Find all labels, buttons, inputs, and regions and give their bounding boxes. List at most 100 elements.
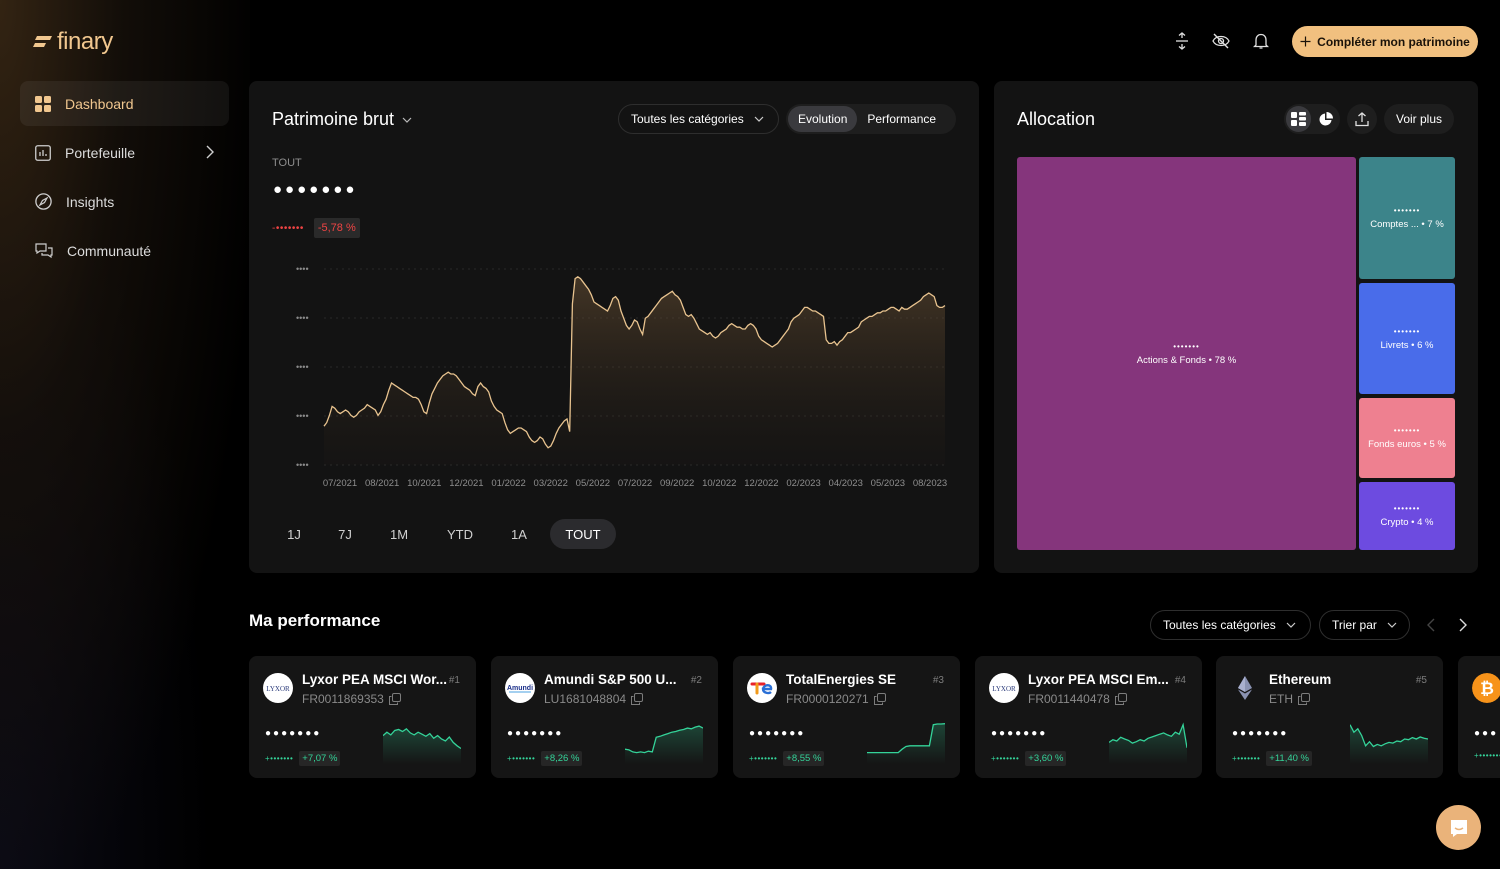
tile-value-masked: •••••••	[1393, 426, 1421, 435]
finary-logo[interactable]: finary	[33, 28, 113, 56]
asset-change-badge: +8,55 %	[783, 751, 825, 766]
performance-card[interactable]: TotalEnergies SE #3 FR0000120271 ●●●●●●●…	[733, 656, 960, 778]
range-ytd[interactable]: YTD	[424, 519, 496, 549]
copy-icon[interactable]	[388, 693, 401, 705]
asset-change-row: +••••••• +3,60 %	[991, 751, 1067, 766]
category-filter-dropdown[interactable]: Toutes les catégories	[618, 104, 779, 134]
support-chat-button[interactable]	[1436, 805, 1481, 850]
svg-text:Amundi: Amundi	[507, 685, 533, 692]
range-1m[interactable]: 1M	[374, 519, 424, 549]
tile-name: Actions & Fonds	[1136, 354, 1206, 366]
compass-icon	[35, 193, 52, 210]
tile-value-masked: •••••••	[1393, 504, 1421, 513]
tile-label: Livrets • 6 %	[1380, 339, 1434, 351]
y-tick-label: ••••	[296, 313, 309, 323]
copy-icon[interactable]	[1298, 693, 1310, 705]
asset-change-masked: +•••••••	[991, 754, 1020, 763]
x-tick-label: 08/2021	[365, 478, 399, 489]
tab-performance[interactable]: Performance	[857, 106, 946, 132]
carousel-next-button[interactable]	[1453, 615, 1473, 635]
x-tick-label: 03/2022	[534, 478, 568, 489]
asset-code-row: ETH	[1269, 692, 1310, 706]
asset-name: Lyxor PEA MSCI Em...	[1028, 672, 1169, 687]
amundi-logo-icon: Amundi	[507, 685, 533, 693]
performance-card[interactable]: LYXOR Lyxor PEA MSCI Em... #4 FR00114404…	[975, 656, 1202, 778]
patrimoine-card: Patrimoine brut Toutes les catégories Ev…	[249, 81, 979, 573]
asset-value-masked: ●●●●●●●	[991, 728, 1048, 739]
asset-name: Lyxor PEA MSCI Wor...	[302, 672, 448, 687]
range-1a[interactable]: 1A	[496, 519, 542, 549]
tile-value-masked: •••••••	[1393, 326, 1421, 336]
asset-change-row: +•••••••	[1474, 751, 1500, 760]
x-tick-label: 10/2021	[407, 478, 441, 489]
asset-code: FR0011440478	[1028, 692, 1110, 706]
chart-bars-icon	[35, 144, 51, 161]
allocation-tile-fonds-euros[interactable]: ••••••• Fonds euros • 5 %	[1359, 398, 1455, 478]
chevron-down-icon	[754, 116, 764, 122]
period-label: TOUT	[272, 157, 302, 169]
asset-name: Ethereum	[1269, 672, 1332, 687]
asset-change-masked: +•••••••	[265, 754, 294, 763]
pie-chart-icon	[1319, 111, 1333, 125]
sort-dropdown[interactable]: Trier par	[1319, 610, 1410, 640]
pie-view-button[interactable]	[1313, 106, 1338, 132]
asset-rank: #4	[1174, 675, 1186, 686]
chat-bubbles-icon	[35, 242, 53, 258]
copy-icon[interactable]	[631, 693, 644, 705]
copy-icon[interactable]	[1114, 693, 1127, 705]
tile-name: Livrets	[1380, 339, 1409, 351]
allocation-tile-actions-fonds[interactable]: ••••••• Actions & Fonds • 78 %	[1017, 157, 1356, 550]
asset-sparkline	[1109, 722, 1187, 764]
patrimoine-type-dropdown[interactable]: Patrimoine brut	[272, 109, 412, 130]
sidebar-item-label: Communauté	[67, 242, 152, 259]
see-more-button[interactable]: Voir plus	[1384, 104, 1454, 134]
sidebar-item-insights[interactable]: Insights	[20, 179, 229, 224]
performance-card[interactable]: ₿ ●●● +•••••••	[1458, 656, 1500, 778]
category-filter-label: Toutes les catégories	[631, 112, 744, 126]
sparkline-area	[1350, 724, 1428, 764]
sidebar-item-portefeuille[interactable]: Portefeuille	[20, 130, 229, 175]
tile-label: Comptes ... • 7 %	[1370, 219, 1444, 230]
y-tick-label: ••••	[296, 362, 309, 372]
tile-name: Fonds euros	[1368, 439, 1421, 450]
performance-card[interactable]: LYXOR Lyxor PEA MSCI Wor... #1 FR0011869…	[249, 656, 476, 778]
expand-vertical-button[interactable]	[1172, 31, 1192, 51]
range-7j[interactable]: 7J	[316, 519, 374, 549]
svg-text:LYXOR: LYXOR	[266, 685, 290, 693]
tile-name: Comptes ...	[1370, 219, 1419, 230]
sidebar-item-dashboard[interactable]: Dashboard	[20, 81, 229, 126]
range-tout[interactable]: TOUT	[550, 519, 616, 549]
asset-code-row: FR0011440478	[1028, 692, 1127, 706]
asset-rank: #1	[448, 675, 460, 686]
sidebar-nav: Dashboard Portefeuille Insights Communau…	[20, 81, 229, 277]
chat-icon	[1450, 819, 1467, 837]
eye-off-icon	[1212, 33, 1230, 49]
performance-card[interactable]: Ethereum #5 ETH ●●●●●●● +••••••• +11,40 …	[1216, 656, 1443, 778]
copy-icon[interactable]	[873, 693, 886, 705]
patrimoine-title: Patrimoine brut	[272, 109, 395, 129]
treemap-view-button[interactable]	[1286, 106, 1311, 132]
complete-patrimony-button[interactable]: Compléter mon patrimoine	[1292, 26, 1478, 57]
performance-card[interactable]: Amundi Amundi S&P 500 U... #2 LU16810488…	[491, 656, 718, 778]
expand-vertical-icon	[1176, 32, 1188, 50]
sidebar-item-communaute[interactable]: Communauté	[20, 228, 229, 273]
asset-code: ETH	[1269, 692, 1293, 706]
allocation-tile-livrets[interactable]: ••••••• Livrets • 6 %	[1359, 283, 1455, 394]
carousel-prev-button[interactable]	[1421, 615, 1441, 635]
asset-sparkline	[383, 727, 461, 764]
asset-code-row: FR0000120271	[786, 692, 886, 706]
cta-label: Compléter mon patrimoine	[1317, 34, 1470, 49]
patrimoine-chart[interactable]: •••• •••• •••• •••• •••• 07/2021 08/2021 10/202…	[249, 251, 979, 496]
range-1j[interactable]: 1J	[272, 519, 316, 549]
x-tick-label: 01/2022	[491, 478, 525, 489]
performance-category-dropdown[interactable]: Toutes les catégories	[1150, 610, 1311, 640]
allocation-tile-crypto[interactable]: ••••••• Crypto • 4 %	[1359, 482, 1455, 550]
share-button[interactable]	[1347, 104, 1377, 134]
asset-change-badge: +3,60 %	[1025, 751, 1067, 766]
hide-values-button[interactable]	[1211, 31, 1231, 51]
tab-evolution[interactable]: Evolution	[788, 106, 858, 132]
asset-logo	[747, 673, 777, 703]
notifications-button[interactable]	[1251, 31, 1271, 51]
allocation-tile-comptes[interactable]: ••••••• Comptes ... • 7 %	[1359, 157, 1455, 279]
allocation-view-toggle	[1284, 104, 1340, 134]
